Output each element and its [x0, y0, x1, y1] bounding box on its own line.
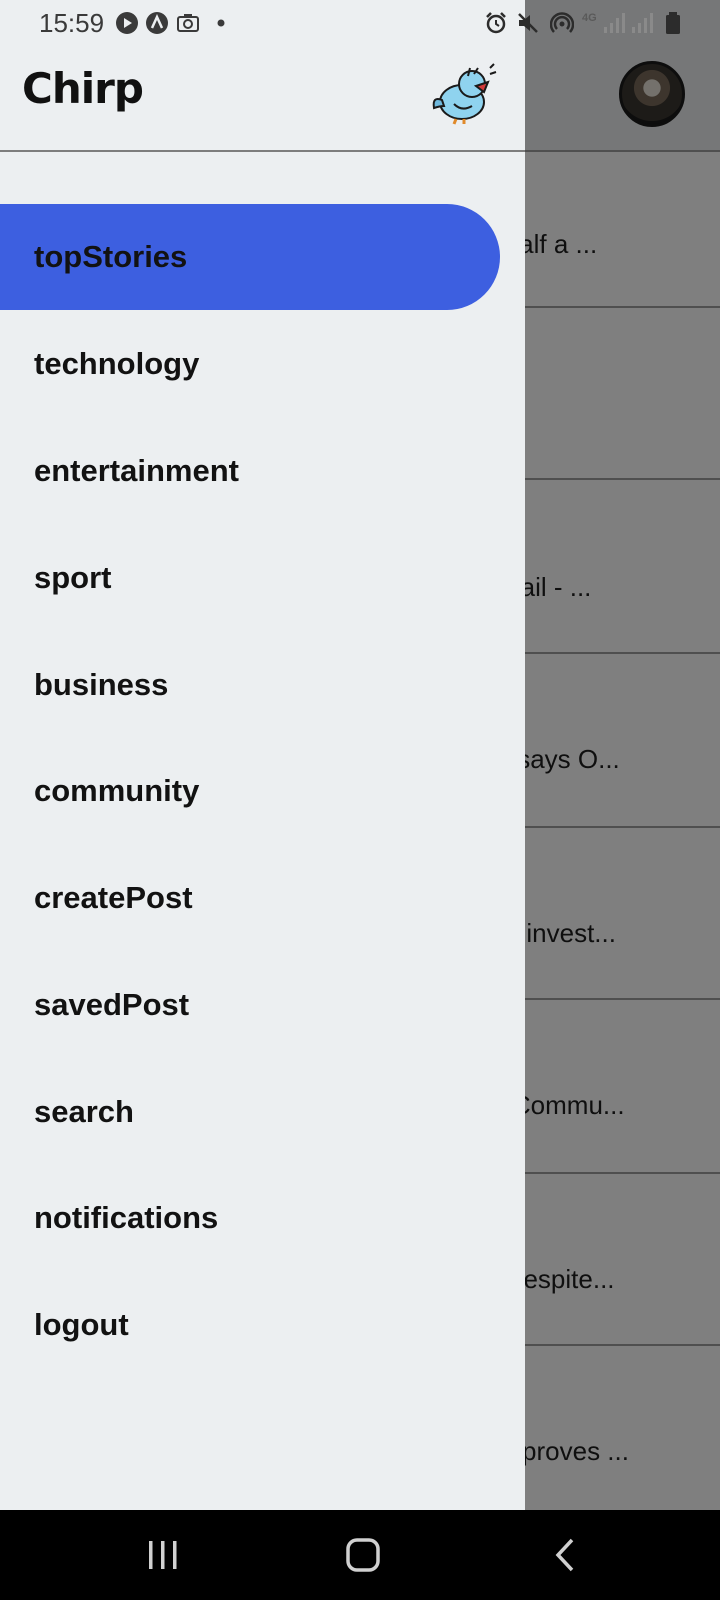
- signal-icon: [602, 11, 626, 35]
- navigation-drawer: Chirp topStories technology entertainmen…: [0, 0, 525, 1510]
- menu-item-logout[interactable]: logout: [0, 1272, 500, 1378]
- status-time: 15:59: [39, 8, 105, 38]
- menu-item-notifications[interactable]: notifications: [0, 1165, 500, 1271]
- dot-icon: [212, 11, 236, 35]
- signal-icon: [630, 11, 654, 35]
- menu-item-top-stories[interactable]: topStories: [0, 204, 500, 310]
- 4g-icon: 4G: [582, 11, 602, 35]
- menu-item-entertainment[interactable]: entertainment: [0, 418, 500, 524]
- menu-item-sport[interactable]: sport: [0, 525, 500, 631]
- system-nav-bar: [0, 1510, 720, 1600]
- menu-item-community[interactable]: community: [0, 738, 500, 844]
- menu-item-business[interactable]: business: [0, 632, 500, 738]
- a-circle-icon: [145, 11, 169, 35]
- menu-item-saved-post[interactable]: savedPost: [0, 952, 500, 1058]
- status-bar-right: 4G: [470, 0, 720, 46]
- app-brand-title: Chirp: [22, 64, 144, 113]
- network-label: 4G: [582, 12, 597, 24]
- play-icon: [115, 11, 139, 35]
- battery-icon: [662, 11, 686, 35]
- camera-icon: [176, 11, 200, 35]
- menu-item-search[interactable]: search: [0, 1059, 500, 1165]
- status-bar: 15:59: [0, 0, 525, 46]
- mute-icon: [516, 11, 540, 35]
- recent-apps-icon[interactable]: [138, 1530, 188, 1580]
- alarm-icon: [484, 11, 508, 35]
- menu-item-technology[interactable]: technology: [0, 311, 500, 417]
- home-icon[interactable]: [338, 1530, 388, 1580]
- menu-item-create-post[interactable]: createPost: [0, 845, 500, 951]
- chirp-bird-logo-icon: [428, 62, 500, 126]
- back-icon[interactable]: [540, 1530, 590, 1580]
- hotspot-icon: [549, 11, 575, 35]
